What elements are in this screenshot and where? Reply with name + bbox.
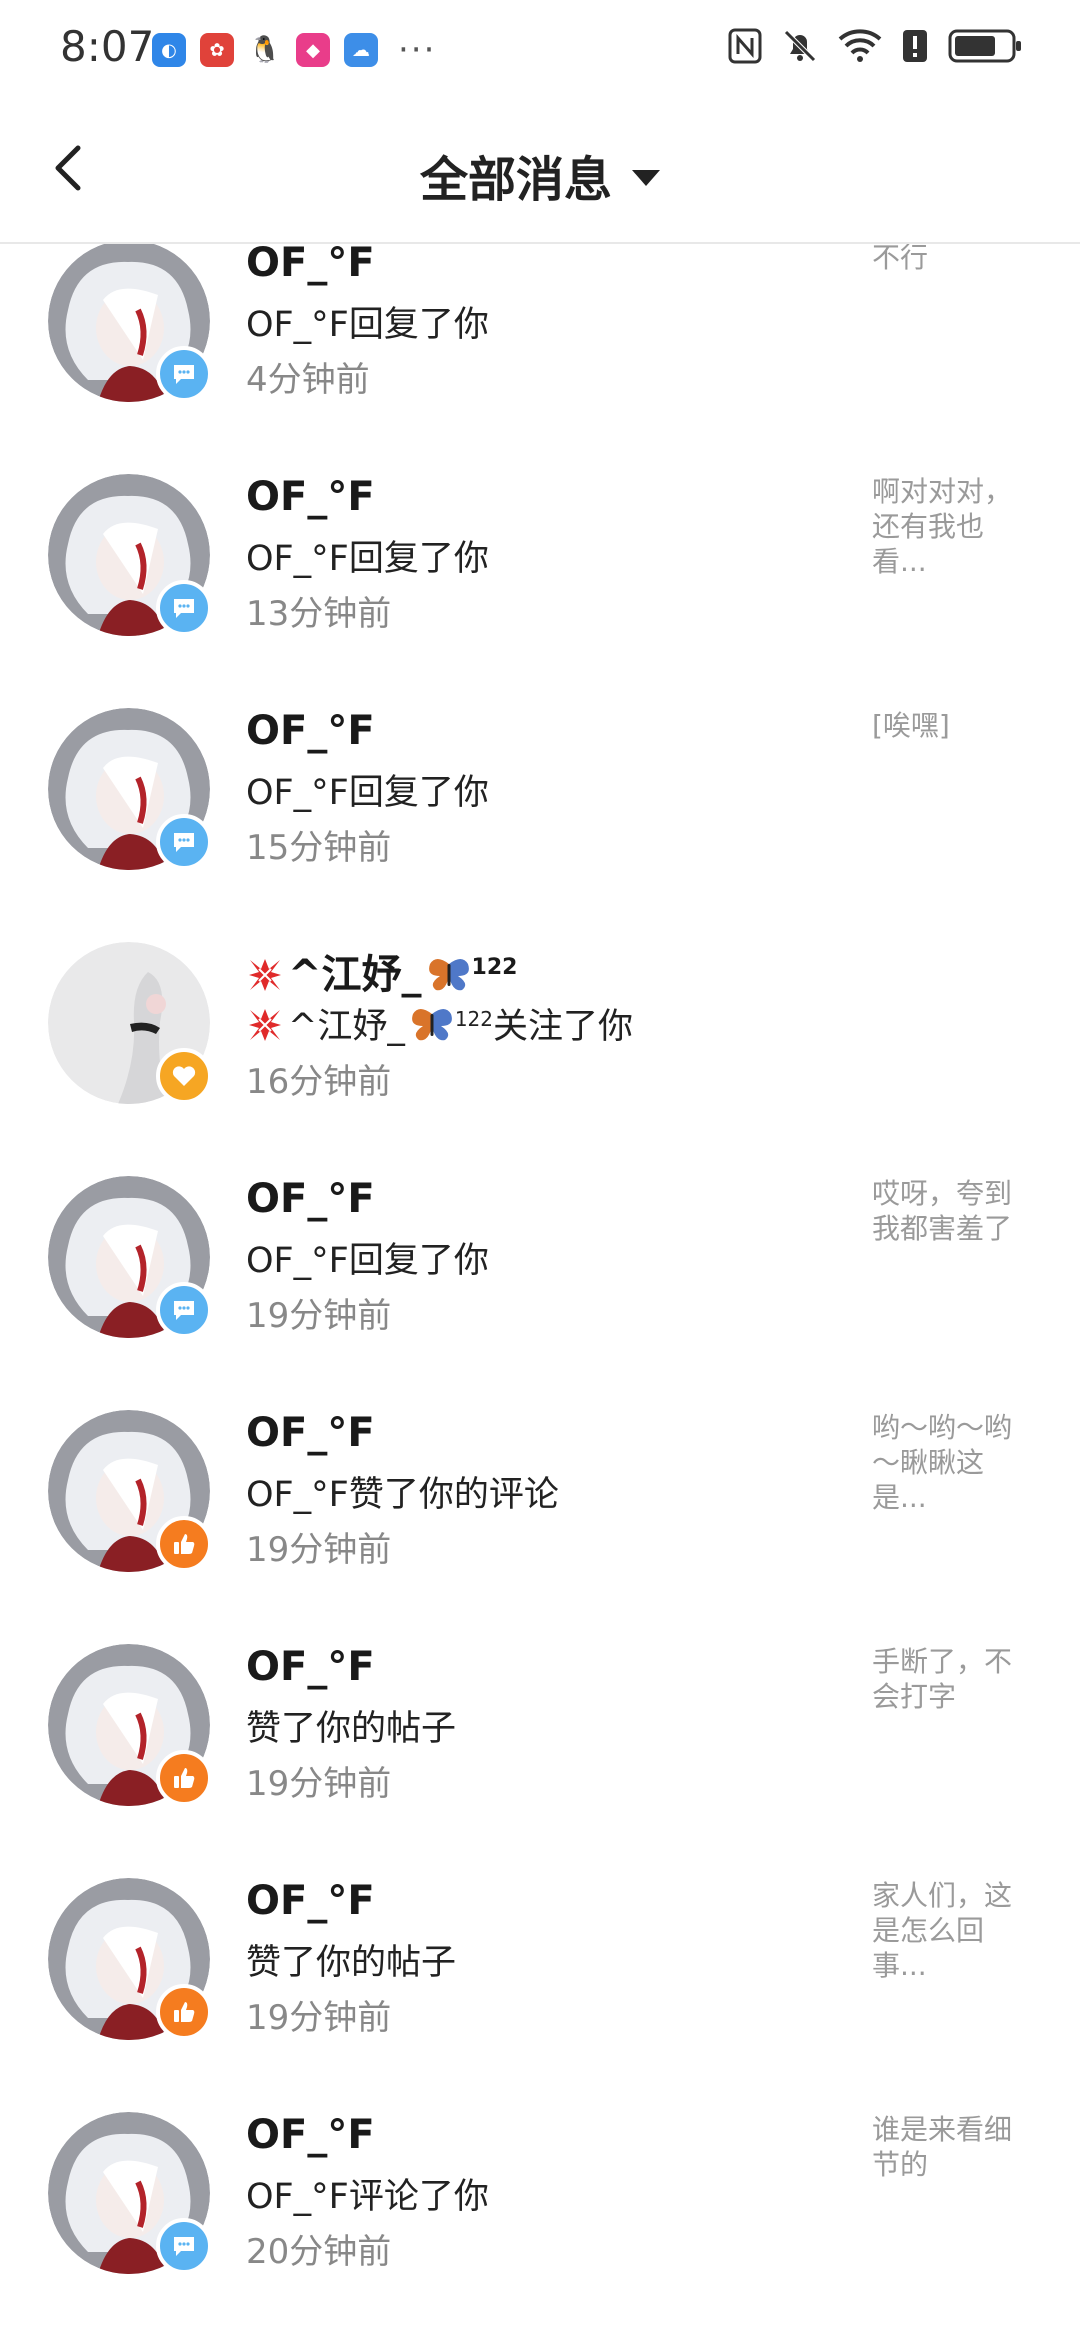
sender-name: OF_°F — [246, 244, 375, 286]
nfc-icon — [728, 28, 762, 64]
sender-name: OF_°F — [246, 474, 375, 520]
referenced-content[interactable]: [唉嘿] — [872, 708, 1032, 743]
message-time: 16分钟前 — [246, 1062, 392, 1102]
referenced-content[interactable]: 哎呀，夸到我都害羞了 — [872, 1176, 1032, 1246]
reply-badge-icon — [156, 814, 212, 870]
message-item[interactable]: OF_°F OF_°F回复了你 4分钟前 不行 — [0, 244, 1080, 474]
like-badge-icon — [156, 1516, 212, 1572]
battery-icon — [948, 29, 1021, 63]
sender-name: OF_°F — [246, 2112, 375, 2158]
wifi-icon — [838, 29, 882, 62]
message-filter-dropdown[interactable]: 全部消息 — [0, 140, 1080, 210]
message-action: ^江妤_ 122关注了你 — [246, 998, 633, 1049]
page-title: 全部消息 — [419, 152, 612, 208]
status-bar: 8:07 ◐ ✿ 🐧 ◆ ☁ ··· — [0, 0, 1080, 100]
message-item[interactable]: OF_°F 赞了你的帖子 19分钟前 家人们，这是怎么回事... — [0, 1878, 1080, 2112]
status-time: 8:07 — [60, 22, 155, 71]
notification-app-icon: ◐ — [152, 33, 186, 67]
message-item[interactable]: OF_°F OF_°F赞了你的评论 19分钟前 哟～哟～哟～瞅瞅这是... — [0, 1410, 1080, 1644]
weather-app-icon: ☁ — [344, 33, 378, 67]
like-badge-icon — [156, 1984, 212, 2040]
like-badge-icon — [156, 1750, 212, 1806]
referenced-content[interactable]: 家人们，这是怎么回事... — [872, 1878, 1032, 1983]
status-notification-icons: ◐ ✿ 🐧 ◆ ☁ ··· — [152, 30, 436, 70]
message-time: 19分钟前 — [246, 1998, 392, 2038]
reply-badge-icon — [156, 346, 212, 402]
sender-name: OF_°F — [246, 1410, 375, 1456]
referenced-content[interactable]: 手断了，不会打字 — [872, 1644, 1032, 1714]
anger-emoji-icon — [249, 1009, 281, 1041]
message-time: 15分钟前 — [246, 828, 392, 868]
message-action: 赞了你的帖子 — [246, 1709, 457, 1749]
message-item[interactable]: OF_°F OF_°F回复了你 19分钟前 哎呀，夸到我都害羞了 — [0, 1176, 1080, 1410]
sender-name: OF_°F — [246, 1878, 375, 1924]
referenced-content[interactable]: 不行 — [872, 244, 1032, 275]
message-action: OF_°F回复了你 — [246, 1241, 489, 1281]
sender-name: OF_°F — [246, 708, 375, 754]
shopping-app-icon: ◆ — [296, 33, 330, 67]
top-bar: 全部消息 — [0, 100, 1080, 244]
caret-down-icon — [632, 170, 660, 186]
message-action: 赞了你的帖子 — [246, 1943, 457, 1983]
message-action: OF_°F回复了你 — [246, 539, 489, 579]
referenced-content[interactable]: 哟～哟～哟～瞅瞅这是... — [872, 1410, 1032, 1515]
qq-icon: 🐧 — [248, 33, 282, 67]
message-item[interactable]: ^江妤_ 122 ^江妤_ 122关注了你 16分钟前 — [0, 942, 1080, 1176]
message-action: OF_°F赞了你的评论 — [246, 1475, 559, 1515]
message-time: 19分钟前 — [246, 1296, 392, 1336]
message-list[interactable]: OF_°F OF_°F回复了你 4分钟前 不行 OF_°F OF_°F回复了你 … — [0, 244, 1080, 2340]
message-time: 20分钟前 — [246, 2232, 392, 2272]
huawei-app-icon: ✿ — [200, 33, 234, 67]
butterfly-emoji-icon — [411, 1009, 452, 1041]
sender-name: OF_°F — [246, 1644, 375, 1690]
message-item[interactable]: OF_°F 赞了你的帖子 19分钟前 手断了，不会打字 — [0, 1644, 1080, 1878]
sender-name: ^江妤_ 122 — [246, 942, 517, 1000]
message-action: OF_°F回复了你 — [246, 773, 489, 813]
message-action: OF_°F评论了你 — [246, 2177, 489, 2217]
butterfly-emoji-icon — [428, 959, 469, 991]
message-item[interactable]: OF_°F OF_°F回复了你 15分钟前 [唉嘿] — [0, 708, 1080, 942]
alert-icon — [903, 30, 927, 62]
message-item[interactable]: OF_°F OF_°F回复了你 13分钟前 啊对对对，还有我也看... — [0, 474, 1080, 708]
message-time: 13分钟前 — [246, 594, 392, 634]
mute-icon — [784, 30, 816, 62]
message-item[interactable]: OF_°F OF_°F评论了你 20分钟前 谁是来看细节的 — [0, 2112, 1080, 2340]
reply-badge-icon — [156, 1282, 212, 1338]
anger-emoji-icon — [249, 959, 281, 991]
reply-badge-icon — [156, 2218, 212, 2274]
message-time: 19分钟前 — [246, 1764, 392, 1804]
message-time: 4分钟前 — [246, 360, 370, 400]
referenced-content[interactable]: 啊对对对，还有我也看... — [872, 474, 1032, 579]
sender-name: OF_°F — [246, 1176, 375, 1222]
message-time: 19分钟前 — [246, 1530, 392, 1570]
message-action: OF_°F回复了你 — [246, 305, 489, 345]
follow-badge-icon — [156, 1048, 212, 1104]
reply-badge-icon — [156, 580, 212, 636]
more-notifications-icon: ··· — [398, 30, 437, 70]
referenced-content[interactable]: 谁是来看细节的 — [872, 2112, 1032, 2182]
